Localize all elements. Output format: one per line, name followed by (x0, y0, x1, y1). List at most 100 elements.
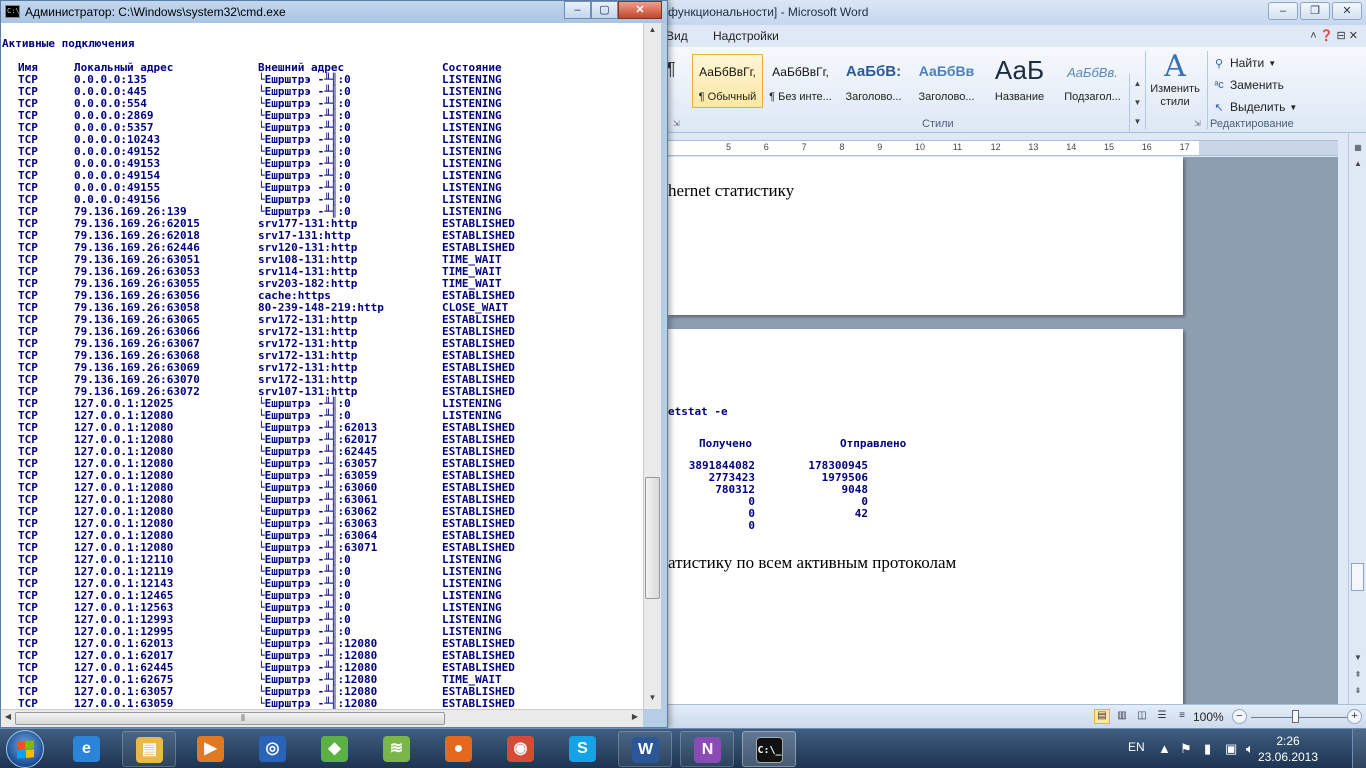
scroll-thumb[interactable]: ⦀ (15, 712, 445, 725)
style-tile[interactable]: АаБбВвГг, ¶ Обычный (692, 54, 763, 108)
taskbar-browser-blue-button[interactable]: ◎ (246, 731, 300, 767)
document-page-1[interactable]: hernet статистику (668, 157, 1183, 315)
taskbar-cmd-button[interactable]: C:\_ (742, 731, 796, 767)
gallery-up-icon[interactable]: ▲ (1130, 74, 1145, 93)
scroll-down-icon[interactable]: ▼ (646, 693, 659, 707)
cmd-close-button[interactable]: ✕ (618, 1, 662, 19)
cmd-window-title: Администратор: C:\Windows\system32\cmd.e… (25, 5, 286, 19)
clock[interactable]: 2:26 23.06.2013 (1250, 733, 1326, 765)
web-layout-icon[interactable]: ◫ (1134, 709, 1150, 724)
taskbar-chrome-button[interactable]: ◉ (494, 731, 548, 767)
zoom-level[interactable]: 100% (1193, 710, 1224, 724)
zoom-out-button[interactable]: − (1232, 709, 1247, 724)
scroll-down-icon[interactable]: ▼ (1352, 653, 1364, 662)
word-minimize-button[interactable]: – (1268, 2, 1298, 20)
ruler-tick-label: 6 (763, 142, 769, 152)
zoom-slider-track[interactable] (1251, 717, 1349, 718)
ruler-toggle-icon[interactable]: ▦ (1352, 143, 1364, 152)
scroll-right-icon[interactable]: ▶ (629, 712, 641, 725)
style-tile[interactable]: АаБбВв Заголово... (911, 54, 982, 108)
ruler-tick-label: 12 (990, 142, 1001, 152)
cmd-vertical-scrollbar[interactable]: ▲ ▼ (643, 23, 661, 709)
scroll-thumb[interactable] (645, 477, 660, 599)
style-name: Название (994, 91, 1045, 103)
dialog-launcher-icon[interactable]: ⇲ (673, 119, 680, 128)
gallery-more-icon[interactable]: ▼ (1130, 112, 1145, 131)
ruler-tick-label: 17 (1179, 142, 1190, 152)
styles-gallery-scroll[interactable]: ▲ ▼ ▼ (1129, 74, 1145, 132)
print-layout-icon[interactable]: ▤ (1094, 709, 1110, 724)
tab-addins[interactable]: Надстройки (713, 29, 779, 43)
taskbar-media-player-button[interactable]: ▶ (184, 731, 238, 767)
replace-icon: ᵃc (1214, 79, 1224, 91)
scroll-up-icon[interactable]: ▲ (646, 25, 659, 39)
network-icon[interactable]: ▣ (1225, 741, 1237, 757)
battery-icon[interactable]: ▮ (1204, 741, 1211, 757)
gallery-down-icon[interactable]: ▼ (1130, 93, 1145, 112)
zoom-in-button[interactable]: + (1347, 709, 1362, 724)
windows-logo-icon (17, 740, 34, 759)
cmd-app-icon[interactable]: C:\ (5, 5, 20, 18)
style-tile[interactable]: АаБбВ: Заголово... (838, 54, 909, 108)
show-hidden-icons-icon[interactable]: ▲ (1158, 741, 1171, 756)
taskbar-ie-button[interactable]: e (60, 731, 114, 767)
style-tile[interactable]: АаБ Название (984, 54, 1055, 108)
find-button[interactable]: ⚲ Найти ▼ (1212, 52, 1297, 74)
action-center-flag-icon[interactable]: ⚑ (1180, 741, 1192, 757)
style-name: ¶ Обычный (698, 91, 757, 103)
cmd-minimize-button[interactable]: – (564, 1, 591, 19)
replace-button[interactable]: ᵃc Заменить (1212, 74, 1297, 96)
word-titlebar[interactable]: функциональности] - Microsoft Word – ❐ ✕ (600, 0, 1366, 25)
language-indicator[interactable]: EN (1128, 740, 1145, 768)
start-button[interactable] (6, 730, 44, 768)
styles-dialog-launcher-icon[interactable]: ⇲ (1194, 119, 1201, 128)
horizontal-ruler[interactable]: 5 6 7 8 9 10 11 12 13 14 15 16 17 (668, 140, 1338, 156)
style-name: Заголово... (845, 91, 902, 103)
console-output[interactable]: Активные подключения Имя Локальный адрес… (1, 23, 643, 709)
change-styles-button[interactable]: A Изменить стили (1144, 51, 1206, 115)
document-area[interactable]: hernet статистику etstat -e Получено Отп… (668, 157, 1338, 704)
prev-page-icon[interactable]: ⇞ (1352, 670, 1364, 679)
word-ribbon-tabs: Вид Надстройки ˄ ❓ ⊟ ✕ (600, 25, 1366, 47)
cmd-horizontal-scrollbar[interactable]: ◀ ⦀ ▶ (1, 709, 643, 727)
word-vertical-scrollbar[interactable]: ▦ ▲ ▼ ⇞ ⇟ (1348, 133, 1366, 704)
styles-gallery: АаБбВвГг, ¶ Обычный АаБбВвГг, ¶ Без инте...… (692, 54, 1128, 112)
ruler-tick-label: 11 (952, 142, 963, 152)
scroll-up-icon[interactable]: ▲ (1352, 159, 1364, 168)
onenote-icon: N (694, 737, 721, 763)
next-page-icon[interactable]: ⇟ (1352, 686, 1364, 695)
document-page-2[interactable]: etstat -e Получено Отправлено 3891844082… (668, 329, 1183, 704)
word-close-button[interactable]: ✕ (1332, 2, 1362, 20)
cmd-maximize-button[interactable]: ▢ (591, 1, 618, 19)
cmd-titlebar[interactable]: C:\ Администратор: C:\Windows\system32\c… (1, 1, 667, 23)
taskbar-word-button[interactable]: W (618, 731, 672, 767)
word-maximize-button[interactable]: ❐ (1300, 2, 1330, 20)
style-tile[interactable]: АаБбВвГг, ¶ Без инте... (765, 54, 836, 108)
show-desktop-button[interactable] (1352, 729, 1366, 768)
cmd-window[interactable]: C:\ Администратор: C:\Windows\system32\c… (0, 0, 668, 728)
outline-icon[interactable]: ☰ (1154, 709, 1170, 724)
word-icon: W (632, 737, 659, 763)
help-icon[interactable]: ˄ ❓ ⊟ ✕ (1310, 29, 1358, 42)
style-preview: АаБбВвГг, (772, 65, 829, 79)
zoom-slider-knob[interactable] (1292, 710, 1299, 723)
ruler-tick-label: 13 (1028, 142, 1039, 152)
scroll-left-icon[interactable]: ◀ (2, 712, 14, 725)
fullscreen-reading-icon[interactable]: ▥ (1114, 709, 1130, 724)
taskbar-firefox-button[interactable]: ● (432, 731, 486, 767)
word-window[interactable]: функциональности] - Microsoft Word – ❐ ✕… (600, 0, 1366, 728)
select-button[interactable]: ↖ Выделить ▼ (1212, 96, 1297, 118)
doc-snippet-value: 0 (748, 519, 755, 532)
change-styles-label: Изменить стили (1150, 83, 1200, 108)
taskbar-skype-button[interactable]: S (556, 731, 610, 767)
taskbar-explorer-button[interactable]: ▤ (122, 731, 176, 767)
taskbar-chrome-canary-button[interactable]: ◆ (308, 731, 362, 767)
tab-view[interactable]: Вид (666, 29, 688, 43)
taskbar-wifi-app-button[interactable]: ≋ (370, 731, 424, 767)
style-tile[interactable]: АаБбВв. Подзагол... (1057, 54, 1128, 108)
taskbar-onenote-button[interactable]: N (680, 731, 734, 767)
doc-snippet-header: Отправлено (840, 437, 907, 450)
chrome-canary-icon: ◆ (321, 736, 348, 762)
draft-icon[interactable]: ≡ (1174, 709, 1190, 724)
scroll-thumb[interactable] (1351, 563, 1364, 591)
